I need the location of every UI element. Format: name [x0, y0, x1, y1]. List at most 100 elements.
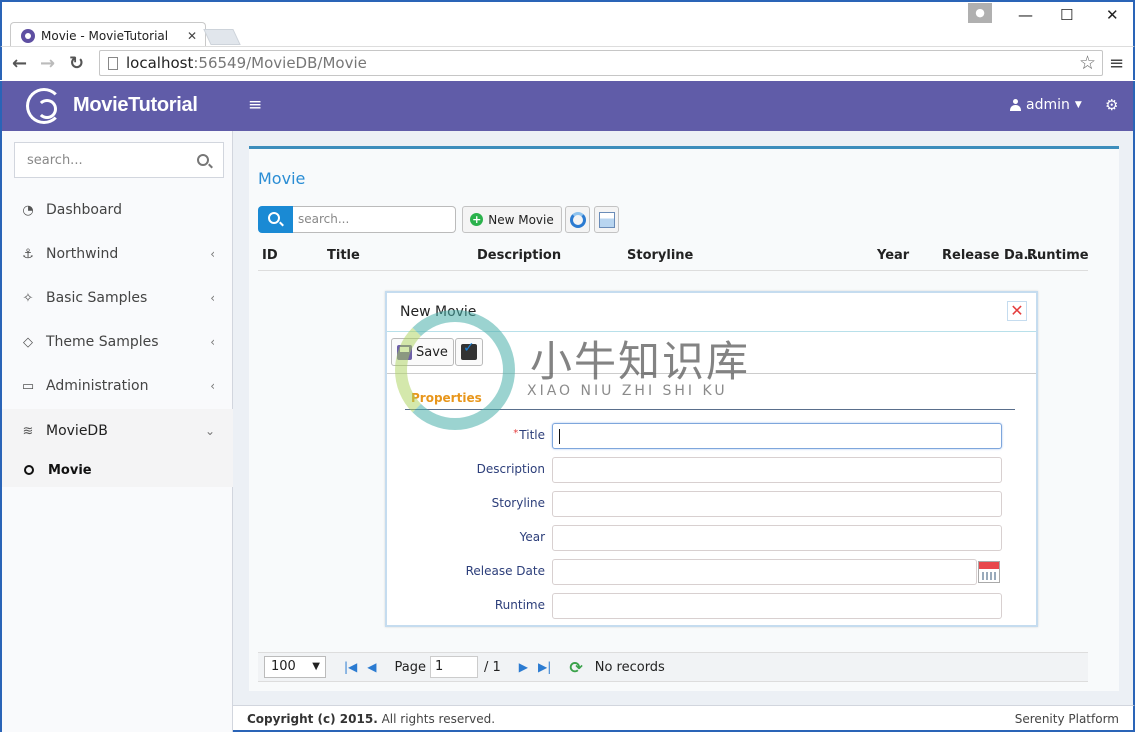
- tab-close-icon[interactable]: ✕: [187, 29, 197, 43]
- minimize-button[interactable]: —: [1018, 6, 1033, 24]
- grid-pager: 100 ▼ |◀ ◀ Page 1 / 1 ▶ ▶| ⟳ No records: [258, 652, 1088, 682]
- maximize-button[interactable]: ☐: [1060, 6, 1073, 24]
- sidebar-item-label: Administration: [46, 378, 149, 394]
- refresh-button[interactable]: [565, 206, 590, 233]
- title-input[interactable]: [552, 423, 1002, 449]
- dashboard-icon: ◔: [22, 202, 34, 218]
- sidebar-item-administration[interactable]: ▭ Administration ‹: [2, 364, 233, 408]
- bookmark-star-icon[interactable]: ☆: [1079, 52, 1096, 74]
- first-page-icon[interactable]: |◀: [344, 660, 357, 674]
- chevron-left-icon: ‹: [210, 379, 215, 393]
- settings-gears-icon[interactable]: ⚙: [1105, 96, 1118, 114]
- year-input[interactable]: [552, 525, 1002, 551]
- browser-toolbar: ← → ↻ localhost:56549/MovieDB/Movie ☆ ≡: [0, 46, 1135, 80]
- chevron-left-icon: ‹: [210, 335, 215, 349]
- form-row-runtime: Runtime: [387, 593, 1007, 619]
- platform-name: Serenity Platform: [1014, 712, 1119, 726]
- tab-title: Movie - MovieTutorial: [41, 28, 169, 43]
- new-tab-button[interactable]: [203, 29, 241, 45]
- new-movie-button[interactable]: + New Movie: [462, 206, 562, 233]
- column-picker-button[interactable]: [594, 206, 619, 233]
- grid-search: search...: [258, 206, 456, 233]
- field-label-description: Description: [476, 462, 545, 476]
- next-page-icon[interactable]: ▶: [519, 660, 528, 674]
- prev-page-icon[interactable]: ◀: [367, 660, 376, 674]
- desktop-icon: ▭: [21, 378, 35, 394]
- url-host: localhost: [126, 54, 194, 72]
- user-menu[interactable]: admin ▼: [1010, 97, 1082, 113]
- user-icon: [1010, 99, 1021, 111]
- page-number-input[interactable]: 1: [430, 656, 478, 678]
- sidebar-item-northwind[interactable]: ⚓ Northwind ‹: [2, 232, 233, 276]
- form-row-year: Year: [387, 525, 1007, 551]
- layers-icon: ≋: [22, 423, 34, 439]
- sidebar-item-moviedb[interactable]: ≋ MovieDB ⌄: [2, 409, 233, 453]
- chevron-down-icon: ⌄: [204, 424, 215, 438]
- sidebar-item-theme-samples[interactable]: ◇ Theme Samples ‹: [2, 320, 233, 364]
- reload-button[interactable]: ↻: [69, 53, 84, 74]
- back-button[interactable]: ←: [12, 53, 27, 74]
- sidebar-search-input[interactable]: search...: [14, 142, 224, 178]
- browser-menu-icon[interactable]: ≡: [1109, 53, 1124, 74]
- column-header-year[interactable]: Year: [877, 248, 909, 263]
- app-name[interactable]: MovieTutorial: [73, 94, 198, 117]
- grid-search-button[interactable]: [258, 206, 293, 233]
- sidebar-subitem-label: Movie: [48, 462, 92, 478]
- grid-search-input[interactable]: search...: [293, 206, 456, 233]
- field-label-release-date: Release Date: [465, 564, 545, 578]
- divider: [387, 331, 1036, 332]
- search-icon: [268, 212, 280, 224]
- form-row-description: Description: [387, 457, 1007, 483]
- tab-underline: [405, 409, 1015, 410]
- dropdown-arrow-icon: ▼: [312, 661, 320, 672]
- column-header-release-date[interactable]: Release Da...: [942, 248, 1038, 263]
- copyright-bold: Copyright (c) 2015.: [247, 712, 378, 726]
- form-row-title: *Title: [387, 423, 1007, 449]
- page-title: Movie: [258, 169, 306, 188]
- tab-properties[interactable]: Properties: [411, 391, 482, 405]
- window-close-button[interactable]: ✕: [1106, 6, 1119, 24]
- grid-header: ID Title Description Storyline Year Rele…: [258, 241, 1089, 271]
- column-header-storyline[interactable]: Storyline: [627, 248, 693, 263]
- search-icon[interactable]: [197, 154, 209, 166]
- save-button[interactable]: Save: [391, 338, 454, 366]
- page-size-select[interactable]: 100 ▼: [264, 656, 326, 678]
- column-header-description[interactable]: Description: [477, 248, 561, 263]
- content-area: Movie search... + New Movie ID Title Des…: [233, 131, 1135, 705]
- footer: Copyright (c) 2015. All rights reserved.…: [233, 705, 1135, 732]
- column-header-title[interactable]: Title: [327, 248, 360, 263]
- diamond-icon: ◇: [23, 334, 33, 350]
- required-mark: *: [513, 428, 519, 439]
- apply-changes-button[interactable]: [455, 338, 483, 366]
- forward-button[interactable]: →: [40, 53, 55, 74]
- profile-icon[interactable]: ●: [968, 3, 992, 23]
- url-path: :56549/MovieDB/Movie: [193, 54, 367, 72]
- reload-icon[interactable]: ⟳: [569, 658, 582, 677]
- field-label-title: *Title: [513, 428, 545, 442]
- sidebar: search... ◔ Dashboard ⚓ Northwind ‹ ✧ Ba…: [0, 131, 233, 732]
- last-page-icon[interactable]: ▶|: [538, 660, 551, 674]
- runtime-input[interactable]: [552, 593, 1002, 619]
- sidebar-item-dashboard[interactable]: ◔ Dashboard: [2, 188, 233, 232]
- page-icon: [108, 56, 118, 70]
- browser-titlebar: Movie - MovieTutorial ✕ ● — ☐ ✕: [0, 0, 1135, 48]
- text-cursor: [559, 429, 560, 444]
- column-header-id[interactable]: ID: [262, 248, 278, 263]
- calendar-icon[interactable]: [978, 561, 1000, 583]
- browser-tab[interactable]: Movie - MovieTutorial ✕: [10, 22, 206, 48]
- sidebar-subitem-movie[interactable]: Movie: [2, 453, 233, 487]
- sidebar-item-basic-samples[interactable]: ✧ Basic Samples ‹: [2, 276, 233, 320]
- column-header-runtime[interactable]: Runtime: [1027, 248, 1089, 263]
- storyline-input[interactable]: [552, 491, 1002, 517]
- description-input[interactable]: [552, 457, 1002, 483]
- anchor-icon: ⚓: [22, 246, 34, 262]
- sidebar-toggle-icon[interactable]: ≡: [248, 95, 262, 115]
- field-label-storyline: Storyline: [491, 496, 545, 510]
- movie-grid-panel: Movie search... + New Movie ID Title Des…: [249, 146, 1119, 691]
- release-date-input[interactable]: [552, 559, 977, 585]
- dialog-close-button[interactable]: ✕: [1007, 301, 1027, 321]
- chevron-left-icon: ‹: [210, 247, 215, 261]
- address-bar[interactable]: localhost:56549/MovieDB/Movie ☆: [99, 50, 1103, 76]
- dialog-title: New Movie: [400, 304, 477, 320]
- caret-down-icon: ▼: [1074, 100, 1082, 110]
